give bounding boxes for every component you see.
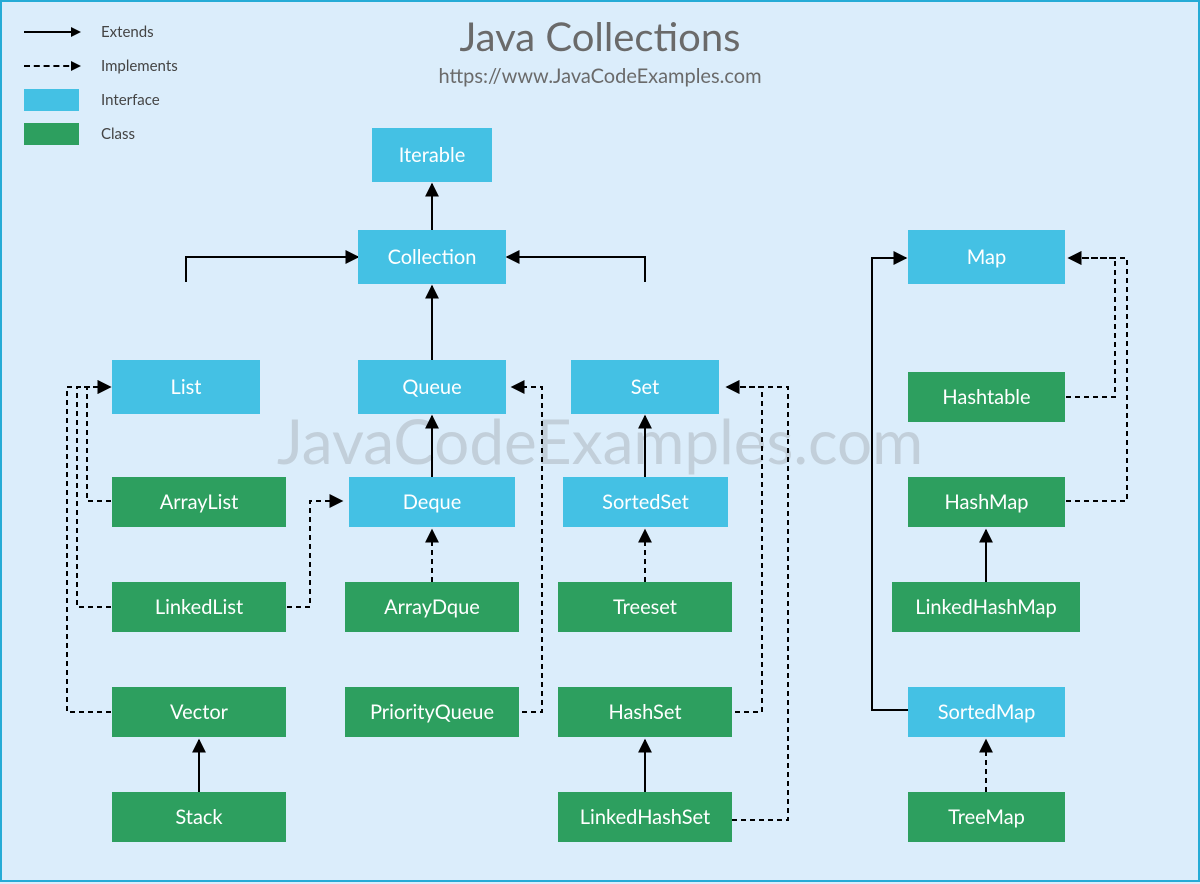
node-list: List — [112, 360, 260, 414]
legend-label-interface: Interface — [101, 91, 160, 109]
legend-row-interface: Interface — [24, 84, 178, 116]
title-block: Java Collections https://www.JavaCodeExa… — [2, 12, 1198, 88]
node-hashset: HashSet — [558, 687, 732, 737]
node-arraylist: ArrayList — [112, 477, 286, 527]
node-sortedmap: SortedMap — [908, 687, 1065, 737]
node-arraydque: ArrayDque — [345, 582, 519, 632]
watermark: JavaCodeExamples.com — [277, 404, 923, 478]
node-stack: Stack — [112, 792, 286, 842]
node-sortedset: SortedSet — [563, 477, 728, 527]
node-treeset: Treeset — [558, 582, 732, 632]
node-hashtable: Hashtable — [908, 372, 1065, 422]
legend-row-class: Class — [24, 118, 178, 150]
node-queue: Queue — [358, 360, 506, 414]
interface-swatch-icon — [24, 89, 79, 111]
page-title: Java Collections — [2, 12, 1198, 60]
node-priorityqueue: PriorityQueue — [345, 687, 519, 737]
node-linkedhashmap: LinkedHashMap — [892, 582, 1080, 632]
node-collection: Collection — [358, 230, 506, 284]
arrows-layer — [2, 2, 1200, 884]
class-swatch-icon — [24, 123, 79, 145]
node-linkedhashset: LinkedHashSet — [558, 792, 732, 842]
node-linkedlist: LinkedList — [112, 582, 286, 632]
page-subtitle: https://www.JavaCodeExamples.com — [2, 64, 1198, 88]
node-set: Set — [571, 360, 719, 414]
node-hashmap: HashMap — [908, 477, 1065, 527]
node-vector: Vector — [112, 687, 286, 737]
node-map: Map — [908, 230, 1065, 284]
node-deque: Deque — [349, 477, 515, 527]
node-treemap: TreeMap — [908, 792, 1065, 842]
legend-label-class: Class — [101, 125, 135, 143]
node-iterable: Iterable — [372, 128, 492, 182]
